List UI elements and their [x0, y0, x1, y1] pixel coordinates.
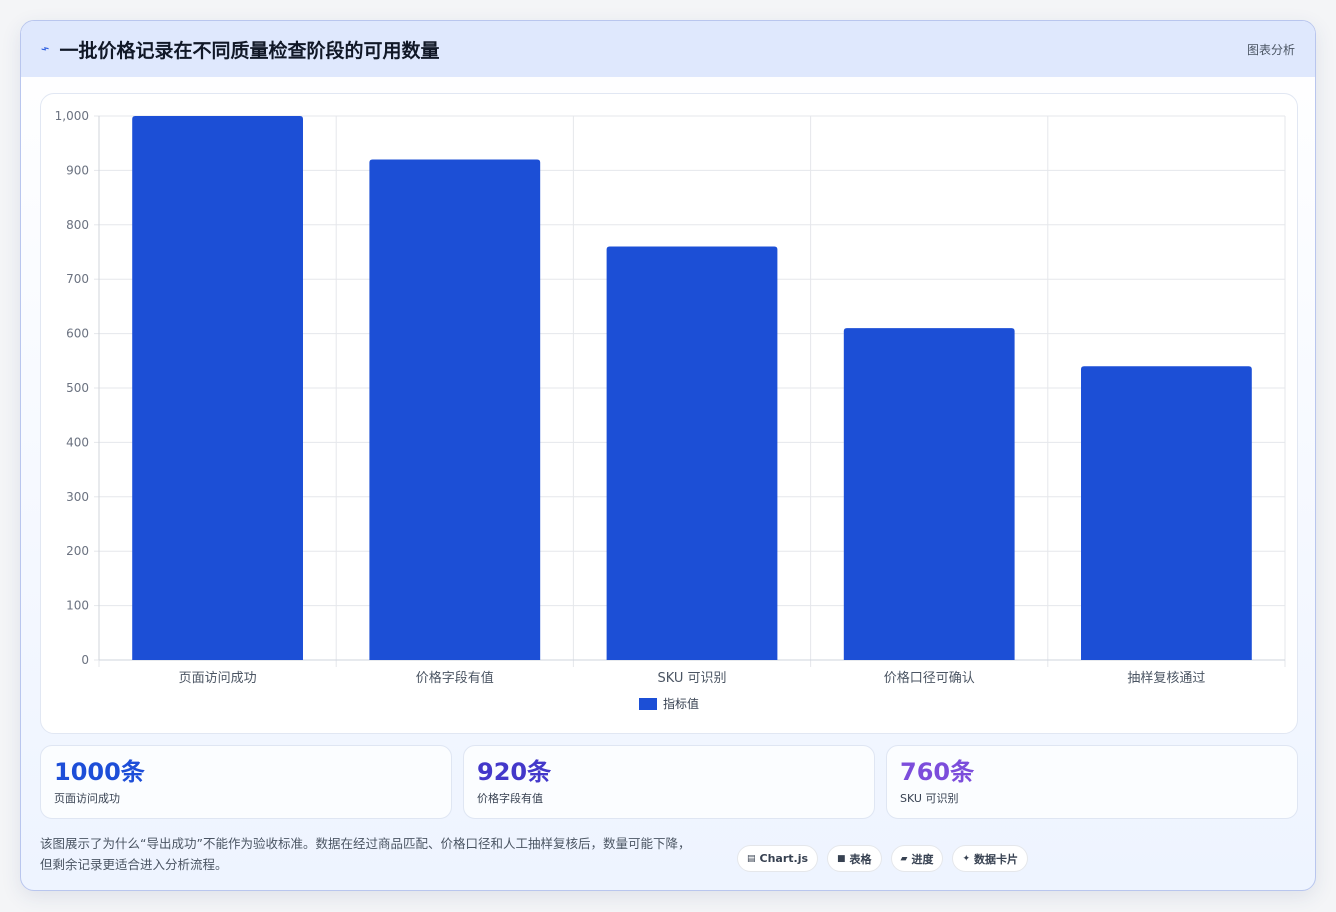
chart-description: 该图展示了为什么“导出成功”不能作为验收标准。数据在经过商品匹配、价格口径和人工… — [40, 833, 730, 875]
legend-label: 指标值 — [663, 696, 699, 711]
chart-container: 0 100 200 300 400 500 600 700 800 900 1,000 页面访问成功 价… — [40, 93, 1298, 734]
table-icon: ■ — [837, 853, 846, 864]
bar-4 — [843, 328, 1015, 660]
stat-label-3: SKU 可识别 — [900, 792, 959, 805]
y-tick-label: 100 — [66, 599, 89, 613]
y-tick-label: 200 — [66, 544, 89, 558]
tag-table[interactable]: ■ 表格 — [827, 845, 882, 872]
y-tick-label: 400 — [66, 435, 89, 449]
bar-2 — [369, 159, 541, 660]
bar-chart: 0 100 200 300 400 500 600 700 800 900 1,000 页面访问成功 价… — [55, 109, 1286, 711]
chart-analysis-label: 图表分析 — [1246, 43, 1295, 57]
bar-3 — [606, 246, 778, 660]
tag-label: 进度 — [911, 852, 934, 866]
tag-list: ▤ Chart.js ■ 表格 ▰ 进度 ✦ 数据卡片 — [737, 845, 1029, 872]
chart-line-icon: ⌁ — [38, 40, 52, 58]
y-tick-label: 600 — [66, 327, 89, 341]
tag-label: 表格 — [849, 852, 872, 866]
bar-1 — [132, 116, 303, 660]
x-category-label: 页面访问成功 — [179, 671, 257, 686]
description-line-2: 但剩余记录更适合进入分析流程。 — [40, 857, 228, 872]
stat-value-1: 1000条 — [54, 758, 145, 786]
y-tick-label: 500 — [66, 381, 89, 395]
tag-label: 数据卡片 — [974, 852, 1019, 866]
y-tick-label: 700 — [66, 272, 89, 286]
tag-progress[interactable]: ▰ 进度 — [890, 845, 944, 872]
sparkle-icon: ✦ — [962, 853, 971, 864]
stat-cards: 1000条 页面访问成功 920条 价格字段有值 760条 SKU 可识别 — [40, 745, 1298, 819]
bar-5 — [1081, 366, 1252, 660]
stat-label-2: 价格字段有值 — [477, 792, 543, 805]
stat-card-2: 920条 价格字段有值 — [463, 745, 875, 819]
stat-value-3: 760条 — [900, 758, 975, 786]
stat-value-2: 920条 — [477, 758, 552, 786]
y-tick-label: 300 — [66, 490, 89, 504]
x-category-label: 价格字段有值 — [416, 670, 494, 686]
stat-card-1: 1000条 页面访问成功 — [40, 745, 452, 819]
stat-label-1: 页面访问成功 — [54, 792, 120, 805]
y-tick-label: 0 — [81, 653, 89, 667]
x-category-label: SKU 可识别 — [657, 671, 726, 686]
tag-chartjs[interactable]: ▤ Chart.js — [737, 845, 819, 872]
y-tick-label: 1,000 — [55, 109, 89, 123]
progress-icon: ▰ — [900, 853, 908, 864]
x-category-label: 抽样复核通过 — [1127, 671, 1205, 686]
save-icon: ▤ — [747, 853, 756, 864]
y-tick-label: 800 — [66, 218, 89, 232]
y-tick-label: 900 — [66, 163, 89, 177]
legend-swatch — [639, 698, 657, 710]
stat-card-3: 760条 SKU 可识别 — [886, 745, 1298, 819]
chart-card: ⌁ 一批价格记录在不同质量检查阶段的可用数量 图表分析 0 100 200 300 40… — [20, 20, 1316, 891]
card-header: ⌁ 一批价格记录在不同质量检查阶段的可用数量 图表分析 — [21, 21, 1315, 77]
x-category-label: 价格口径可确认 — [884, 670, 975, 686]
tag-label: Chart.js — [759, 852, 809, 865]
description-line-1: 该图展示了为什么“导出成功”不能作为验收标准。数据在经过商品匹配、价格口径和人工… — [40, 836, 691, 851]
tag-data-card[interactable]: ✦ 数据卡片 — [952, 845, 1029, 872]
chart-title: 一批价格记录在不同质量检查阶段的可用数量 — [59, 39, 440, 62]
